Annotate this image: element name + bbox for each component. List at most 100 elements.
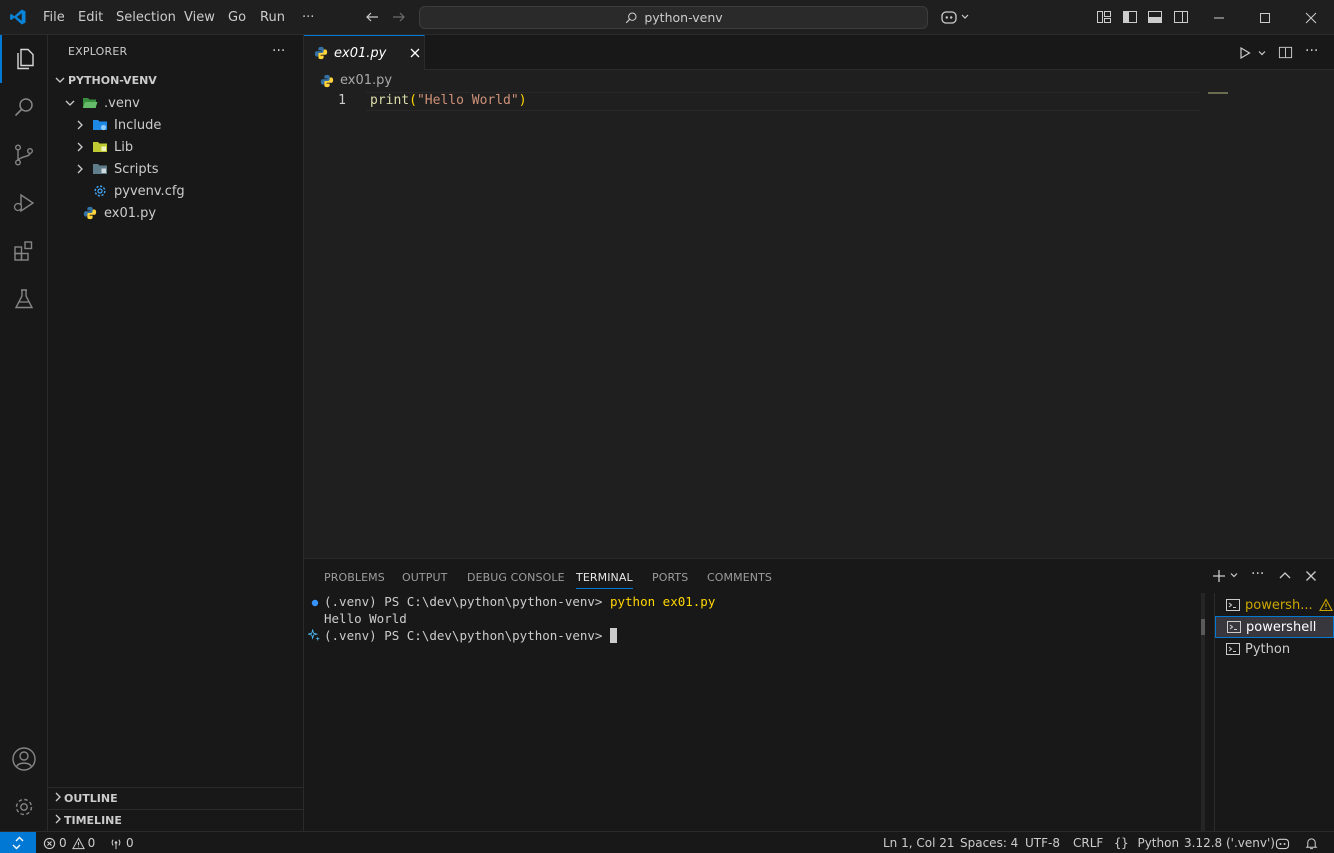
- chevron-down-icon[interactable]: [1257, 48, 1267, 58]
- warning-count: 0: [87, 836, 96, 850]
- chevron-right-icon: [77, 142, 83, 152]
- sparkle-icon[interactable]: [308, 629, 321, 642]
- activity-accounts[interactable]: [0, 735, 48, 783]
- tab-label: ex01.py: [334, 45, 387, 61]
- tab-ex01-py[interactable]: ex01.py: [304, 35, 425, 70]
- copilot-icon[interactable]: [940, 8, 972, 26]
- chevron-right-icon: [77, 120, 83, 130]
- chevron-right-icon: [55, 792, 61, 802]
- activity-explorer[interactable]: [0, 35, 48, 83]
- problems-status[interactable]: 0 0: [43, 832, 95, 853]
- terminal-item-powershell-1[interactable]: powersh...: [1215, 594, 1334, 616]
- eol-status[interactable]: CRLF: [1073, 832, 1103, 853]
- tree-folder-lib[interactable]: Lib: [48, 136, 303, 158]
- command-center-search[interactable]: python-venv: [419, 6, 928, 29]
- panel-tab-output[interactable]: OUTPUT: [402, 571, 447, 584]
- python-file-icon: [83, 206, 97, 220]
- tree-file-pyvenv-cfg[interactable]: pyvenv.cfg: [48, 180, 303, 202]
- menu-edit[interactable]: Edit: [78, 0, 103, 35]
- terminal-item-powershell-2[interactable]: powershell: [1215, 616, 1334, 638]
- panel-tab-debug-console[interactable]: DEBUG CONSOLE: [467, 571, 565, 584]
- language-mode-status[interactable]: {} Python: [1114, 832, 1179, 853]
- language-mode: Python: [1137, 836, 1180, 850]
- braces-icon: {}: [1114, 836, 1129, 850]
- toggle-panel-icon[interactable]: [1147, 9, 1163, 25]
- terminal-line: (.venv) PS C:\dev\python\python-venv>: [324, 628, 617, 643]
- arrow-right-icon[interactable]: [391, 9, 407, 25]
- chevron-up-icon[interactable]: [1277, 568, 1293, 584]
- outline-section-header[interactable]: OUTLINE: [48, 787, 303, 809]
- toggle-primary-sidebar-icon[interactable]: [1122, 9, 1138, 25]
- minimize-icon: [1214, 17, 1224, 18]
- maximize-button[interactable]: [1242, 0, 1288, 35]
- sidebar-more-button[interactable]: ···: [272, 43, 285, 59]
- notifications-status[interactable]: [1305, 832, 1318, 853]
- remote-indicator-button[interactable]: [0, 832, 36, 853]
- bell-icon: [1305, 837, 1318, 849]
- copilot-status[interactable]: [1275, 832, 1290, 853]
- tree-folder-venv[interactable]: .venv: [48, 92, 303, 114]
- close-window-button[interactable]: [1288, 0, 1334, 35]
- close-icon[interactable]: [410, 48, 420, 58]
- tree-folder-scripts[interactable]: Scripts: [48, 158, 303, 180]
- folder-scripts-icon: [93, 164, 107, 174]
- activity-run-debug[interactable]: [0, 179, 48, 227]
- cursor-position-status[interactable]: Ln 1, Col 21: [883, 832, 955, 853]
- activity-manage[interactable]: [0, 783, 48, 831]
- customize-layout-icon[interactable]: [1096, 9, 1112, 25]
- line-number: 1: [338, 93, 346, 108]
- menu-more[interactable]: ···: [302, 0, 314, 35]
- terminal-item-python[interactable]: Python: [1215, 638, 1334, 660]
- tree-folder-include[interactable]: Include: [48, 114, 303, 136]
- indentation-status[interactable]: Spaces: 4: [960, 832, 1018, 853]
- warning-icon: [71, 836, 85, 849]
- chevron-down-icon[interactable]: [1229, 570, 1239, 580]
- menu-run[interactable]: Run: [260, 0, 285, 35]
- terminal-scrollbar-thumb[interactable]: [1201, 619, 1205, 635]
- python-interpreter: 3.12.8 ('.venv'): [1184, 836, 1275, 850]
- run-python-file-icon[interactable]: [1238, 46, 1252, 60]
- activity-search[interactable]: [0, 83, 48, 131]
- chevron-down-icon: [65, 100, 75, 106]
- activity-extensions[interactable]: [0, 227, 48, 275]
- activity-source-control[interactable]: [0, 131, 48, 179]
- minimap[interactable]: [1208, 92, 1228, 94]
- workspace-name: python-venv: [644, 10, 723, 25]
- terminal-cursor: [609, 628, 617, 643]
- minimize-button[interactable]: [1196, 0, 1242, 35]
- encoding-status[interactable]: UTF-8: [1025, 832, 1060, 853]
- timeline-section-header[interactable]: TIMELINE: [48, 809, 303, 831]
- menu-selection[interactable]: Selection: [116, 0, 176, 35]
- toggle-secondary-sidebar-icon[interactable]: [1173, 9, 1189, 25]
- ports-status[interactable]: 0: [109, 832, 134, 853]
- tree-file-ex01-py[interactable]: ex01.py: [48, 202, 303, 224]
- python-interpreter-status[interactable]: 3.12.8 ('.venv'): [1184, 832, 1275, 853]
- terminal-output[interactable]: (.venv) PS C:\dev\python\python-venv> py…: [304, 593, 1202, 832]
- code-line[interactable]: print("Hello World"): [370, 93, 527, 108]
- terminal-item-label: powersh...: [1245, 597, 1313, 613]
- panel-tab-comments[interactable]: COMMENTS: [707, 571, 772, 584]
- editor-more-button[interactable]: ···: [1305, 43, 1318, 59]
- terminal-command: python ex01.py: [609, 594, 716, 609]
- menu-file[interactable]: File: [43, 0, 65, 35]
- tree-label: .venv: [104, 95, 140, 111]
- search-icon: [626, 11, 637, 23]
- panel-more-button[interactable]: ···: [1251, 566, 1264, 582]
- code-editor[interactable]: ex01.py 1 print("Hello World"): [304, 70, 1334, 558]
- ports-count: 0: [126, 836, 134, 850]
- panel-tab-problems[interactable]: PROBLEMS: [324, 571, 385, 584]
- activity-testing[interactable]: [0, 275, 48, 323]
- menu-view[interactable]: View: [184, 0, 215, 35]
- close-icon[interactable]: [1303, 568, 1319, 584]
- workspace-root-folder[interactable]: PYTHON-VENV: [48, 69, 303, 91]
- split-editor-icon[interactable]: [1278, 45, 1293, 60]
- terminal-icon: [1226, 599, 1240, 611]
- menu-go[interactable]: Go: [228, 0, 246, 35]
- panel-tab-terminal[interactable]: TERMINAL: [576, 571, 633, 589]
- new-terminal-icon[interactable]: [1211, 568, 1227, 584]
- panel-tab-ports[interactable]: PORTS: [652, 571, 688, 584]
- close-icon: [1305, 12, 1317, 23]
- breadcrumb-file[interactable]: ex01.py: [340, 73, 392, 88]
- error-count: 0: [59, 836, 67, 850]
- arrow-left-icon[interactable]: [364, 9, 380, 25]
